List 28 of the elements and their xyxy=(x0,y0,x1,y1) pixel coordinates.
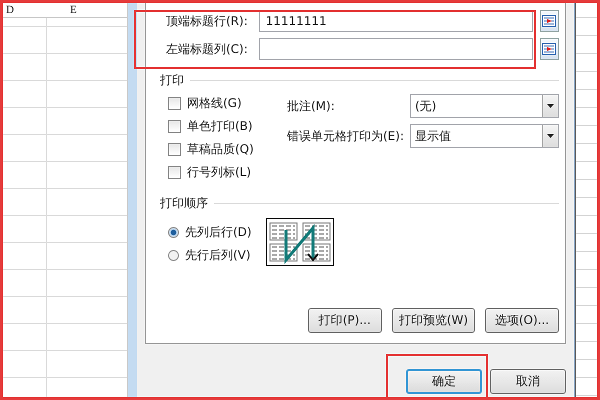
range-select-icon[interactable] xyxy=(540,10,559,32)
dialog-button[interactable]: 选项(O)... xyxy=(485,308,559,333)
dialog-button[interactable]: 取消 xyxy=(490,369,566,394)
page-order-drawing xyxy=(266,218,334,266)
field-label: 错误单元格打印为(E): xyxy=(287,128,405,144)
range-select-icon[interactable] xyxy=(540,38,559,60)
dialog-button[interactable]: 确定 xyxy=(406,369,482,394)
checkbox[interactable]: 单色打印(B) xyxy=(168,117,287,135)
input-field[interactable] xyxy=(258,38,533,60)
checkbox[interactable]: 行号列标(L) xyxy=(168,163,287,181)
field-label: 顶端标题行(R): xyxy=(165,12,249,30)
dropdown-arrow-icon xyxy=(547,134,554,138)
checkbox[interactable]: 网格线(G) xyxy=(168,94,287,112)
column-header: E xyxy=(69,4,77,17)
dropdown-arrow-icon xyxy=(547,104,554,108)
section-title: 打印 xyxy=(160,72,184,89)
dialog-button[interactable]: 打印(P)... xyxy=(308,308,382,333)
input-field[interactable]: 11111111 xyxy=(258,10,533,32)
radio-button[interactable]: 先行后列(V) xyxy=(168,246,252,264)
checkbox[interactable]: 草稿品质(Q) xyxy=(168,140,287,158)
radio-button[interactable]: 先列后行(D) xyxy=(168,223,252,241)
dialog-button[interactable]: 打印预览(W) xyxy=(392,308,475,333)
field-label: 左端标题列(C): xyxy=(165,40,249,58)
dropdown[interactable]: (无) xyxy=(410,94,559,118)
section-title: 打印顺序 xyxy=(160,195,208,212)
dropdown[interactable]: 显示值 xyxy=(410,124,559,148)
column-header: D xyxy=(6,4,15,17)
field-label: 批注(M): xyxy=(287,98,336,114)
